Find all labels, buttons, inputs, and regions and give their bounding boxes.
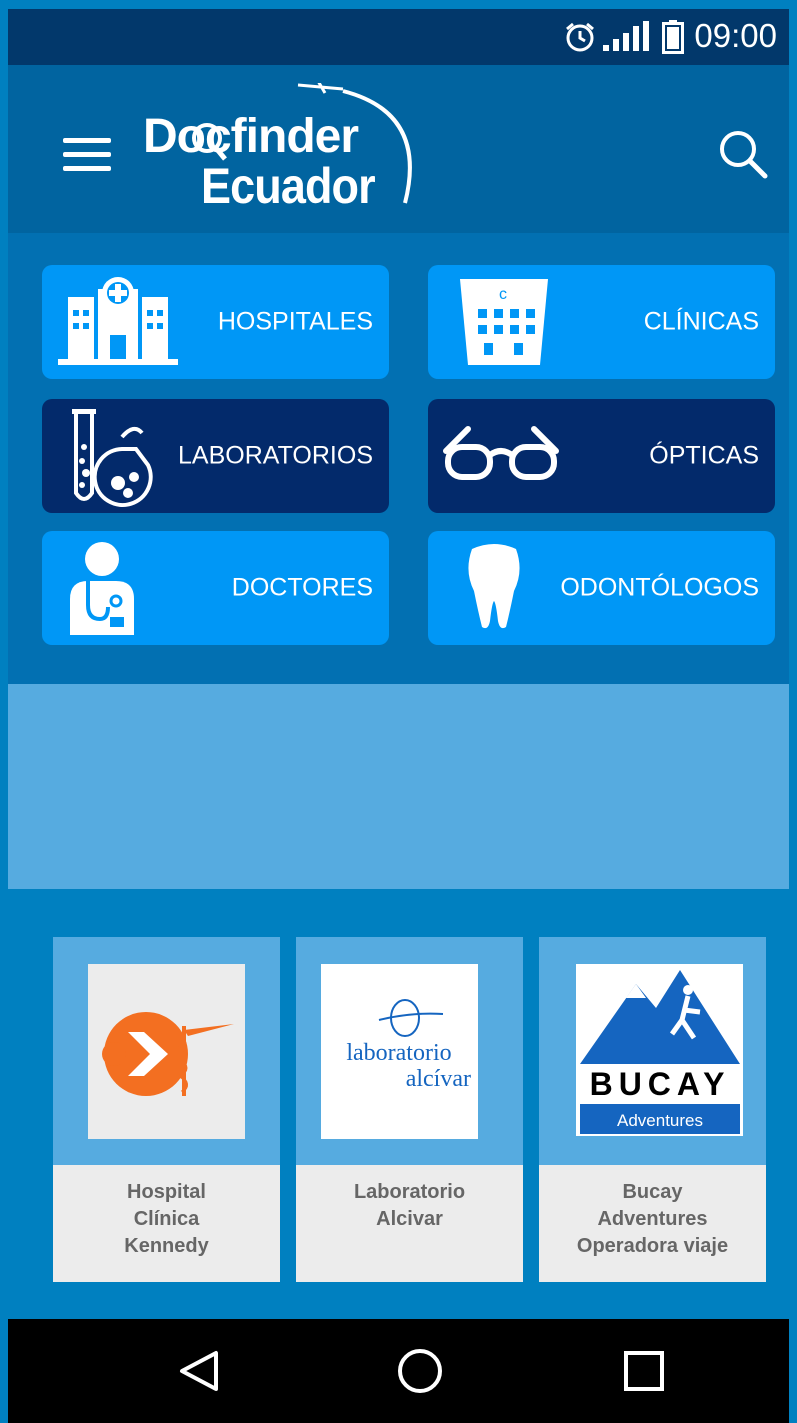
- tile-label: CLÍNICAS: [643, 307, 759, 336]
- caption-line: Bucay: [622, 1181, 683, 1203]
- app-bar: Docfinder Ecuador: [8, 65, 789, 233]
- recents-icon[interactable]: [620, 1347, 668, 1395]
- home-icon[interactable]: [396, 1347, 444, 1395]
- search-icon[interactable]: [714, 125, 770, 181]
- tile-hospitales[interactable]: HOSPITALES: [42, 265, 389, 379]
- tile-odontologos[interactable]: ODONTÓLOGOS: [428, 531, 775, 645]
- caption-line: Kennedy: [124, 1235, 209, 1257]
- featured-card-caption: Hospital Clínica Kennedy: [53, 1165, 280, 1282]
- alcivar-logo-text: laboratorio: [346, 1040, 451, 1066]
- app-logo: Docfinder Ecuador: [143, 83, 433, 223]
- tile-label: ÓPTICAS: [649, 441, 759, 470]
- bucay-logo-text: BUCAY: [590, 1066, 731, 1102]
- signal-icon: [603, 21, 649, 51]
- tooth-icon: [468, 544, 520, 629]
- tile-clinicas[interactable]: c CLÍNICAS: [428, 265, 775, 379]
- caption-line: Operadora viaje: [576, 1235, 729, 1257]
- featured-card-bucay[interactable]: BUCAY Adventures Bucay Adventures Operad…: [539, 937, 766, 1282]
- svg-text:c: c: [499, 286, 507, 303]
- category-grid: HOSPITALES c CLÍNICAS LABORATORIOS ÓPTIC…: [8, 233, 789, 684]
- tile-opticas[interactable]: ÓPTICAS: [428, 399, 775, 513]
- alcivar-logo: laboratorio alcívar: [321, 964, 478, 1139]
- clinic-building-icon: c: [460, 279, 548, 365]
- doctor-icon: [70, 542, 134, 635]
- banner-area: [8, 684, 789, 889]
- alcivar-logo-text: alcívar: [406, 1066, 471, 1092]
- featured-card-kennedy[interactable]: Hospital Clínica Kennedy: [53, 937, 280, 1282]
- caption-line: Alcivar: [376, 1208, 443, 1230]
- hamburger-menu-icon[interactable]: [63, 138, 111, 172]
- caption-line: Adventures: [597, 1208, 708, 1230]
- bucay-logo-subtext: Adventures: [617, 1111, 703, 1130]
- tile-label: ODONTÓLOGOS: [560, 573, 759, 602]
- status-time: 09:00: [694, 17, 777, 54]
- status-bar: 09:00: [8, 9, 789, 65]
- glasses-icon: [443, 426, 559, 480]
- tile-label: HOSPITALES: [217, 307, 373, 336]
- system-nav-bar: [8, 1319, 789, 1423]
- lab-flask-icon: [72, 409, 153, 507]
- featured-list: Hospital Clínica Kennedy laboratorio alc…: [8, 889, 789, 1319]
- caption-line: Hospital: [127, 1181, 206, 1203]
- tile-doctores[interactable]: DOCTORES: [42, 531, 389, 645]
- alarm-icon: [566, 22, 594, 52]
- caption-line: Laboratorio: [353, 1181, 466, 1203]
- featured-card-caption: Laboratorio Alcivar: [296, 1165, 523, 1282]
- tile-label: LABORATORIOS: [178, 441, 373, 470]
- tile-label: DOCTORES: [231, 573, 373, 602]
- battery-icon: [662, 20, 684, 54]
- featured-card-caption: Bucay Adventures Operadora viaje: [539, 1165, 766, 1282]
- bucay-logo: BUCAY Adventures: [576, 964, 743, 1136]
- logo-line1: Docfinder: [143, 110, 359, 163]
- hospital-icon: [58, 277, 178, 365]
- back-icon[interactable]: [176, 1347, 224, 1395]
- kennedy-logo: [88, 964, 245, 1139]
- featured-card-alcivar[interactable]: laboratorio alcívar Laboratorio Alcivar: [296, 937, 523, 1282]
- logo-line2: Ecuador: [201, 158, 376, 214]
- tile-laboratorios[interactable]: LABORATORIOS: [42, 399, 389, 513]
- caption-line: Clínica: [133, 1208, 200, 1230]
